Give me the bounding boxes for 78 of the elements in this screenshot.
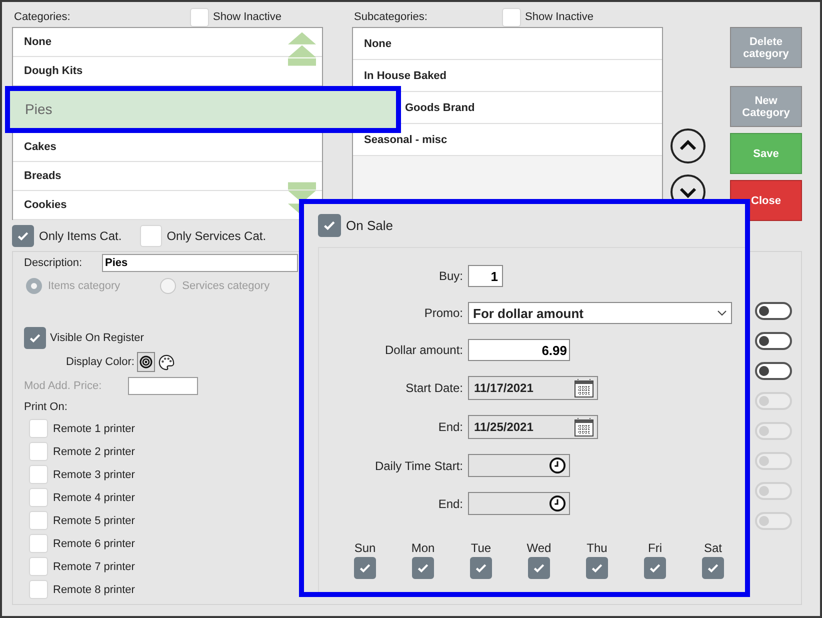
printer-label: Remote 2 printer (53, 446, 135, 458)
subcategory-item[interactable]: None (353, 28, 662, 60)
printer-checkbox[interactable] (29, 511, 48, 530)
caret-icon (717, 310, 727, 316)
buy-input[interactable]: 1 (468, 265, 503, 287)
weekday-checkbox[interactable] (644, 557, 666, 579)
daily-time-start-field[interactable] (468, 454, 570, 477)
filter-label: Only Items Cat. (39, 229, 122, 243)
printer-checkbox[interactable] (29, 534, 48, 553)
end-date-field[interactable]: 11/25/2021 (468, 415, 598, 439)
printer-label: Remote 6 printer (53, 538, 135, 550)
printer-checkbox[interactable] (29, 419, 48, 438)
print-on-label: Print On: (24, 401, 68, 413)
dollar-amount-label: Dollar amount: (384, 343, 463, 357)
palette-icon[interactable] (158, 354, 176, 370)
toggle-switch[interactable] (755, 332, 792, 350)
categories-label: Categories: (13, 11, 72, 23)
show-inactive-label: Show Inactive (525, 11, 594, 23)
weekday-checkbox[interactable] (354, 557, 376, 579)
subcategory-item[interactable]: In House Baked (353, 60, 662, 92)
calendar-icon[interactable] (574, 417, 594, 437)
promo-label: Promo: (423, 306, 463, 320)
printer-checkbox[interactable] (29, 580, 48, 599)
on-sale-checkbox[interactable] (318, 214, 341, 236)
filter-label: Only Services Cat. (166, 229, 266, 243)
printer-label: Remote 3 printer (53, 468, 135, 480)
toggle-switch[interactable] (755, 302, 792, 320)
weekday-label: Mon (411, 541, 435, 555)
daily-time-start-label: Daily Time Start: (374, 458, 463, 472)
printer-checkbox[interactable] (29, 442, 48, 461)
end-date-label: End: (437, 420, 463, 434)
buy-label: Buy: (438, 269, 463, 283)
printer-checkbox[interactable] (29, 557, 48, 576)
weekday-checkbox[interactable] (586, 557, 608, 579)
display-color-label: Display Color: (66, 356, 134, 368)
daily-time-end-label: End: (437, 496, 463, 510)
printer-label: Remote 1 printer (53, 422, 135, 434)
start-date-label: Start Date: (404, 381, 463, 395)
clock-icon[interactable] (549, 457, 566, 474)
subcategory-item[interactable]: Goods Brand (401, 92, 662, 124)
printer-checkbox[interactable] (29, 488, 48, 507)
subcategories-label: Subcategories: (353, 11, 428, 23)
weekday-label: Fri (648, 541, 662, 555)
promo-dropdown[interactable]: For dollar amount (468, 302, 732, 324)
weekday-label: Wed (526, 541, 552, 555)
visible-on-register-label: Visible On Register (50, 332, 144, 344)
weekday-checkbox[interactable] (528, 557, 550, 579)
category-type-label: Items category (48, 280, 120, 292)
weekday-label: Thu (586, 541, 608, 555)
description-label: Description: (24, 257, 84, 269)
filter-checkbox[interactable] (12, 225, 34, 247)
printer-label: Remote 4 printer (53, 492, 135, 504)
weekday-label: Sat (704, 541, 722, 555)
toggle-switch[interactable] (755, 362, 792, 380)
weekday-label: Tue (470, 541, 492, 555)
printer-label: Remote 5 printer (53, 514, 135, 526)
category-type-label: Services category (182, 280, 270, 292)
on-sale-label: On Sale (346, 218, 393, 232)
printer-checkbox[interactable] (29, 465, 48, 484)
weekday-label: Sun (354, 541, 376, 555)
description-input[interactable]: Pies (102, 254, 298, 272)
visible-on-register-checkbox[interactable] (24, 327, 46, 349)
weekday-checkbox[interactable] (470, 557, 492, 579)
clock-icon[interactable] (549, 495, 566, 512)
calendar-icon[interactable] (574, 378, 594, 398)
selected-category-item[interactable]: Pies (5, 86, 401, 133)
printer-label: Remote 7 printer (53, 560, 135, 572)
printer-label: Remote 8 printer (53, 584, 135, 596)
target-icon[interactable] (137, 352, 156, 372)
move-up-button[interactable] (670, 128, 706, 164)
start-date-field[interactable]: 11/17/2021 (468, 376, 598, 400)
weekday-checkbox[interactable] (702, 557, 724, 579)
dollar-amount-input[interactable]: 6.99 (468, 339, 570, 361)
weekday-checkbox[interactable] (412, 557, 434, 579)
show-inactive-label: Show Inactive (213, 11, 282, 23)
subcategory-item[interactable]: Seasonal - misc (353, 124, 662, 156)
daily-time-end-field[interactable] (468, 492, 570, 515)
mod-add-price-label: Mod Add. Price: (24, 380, 103, 392)
